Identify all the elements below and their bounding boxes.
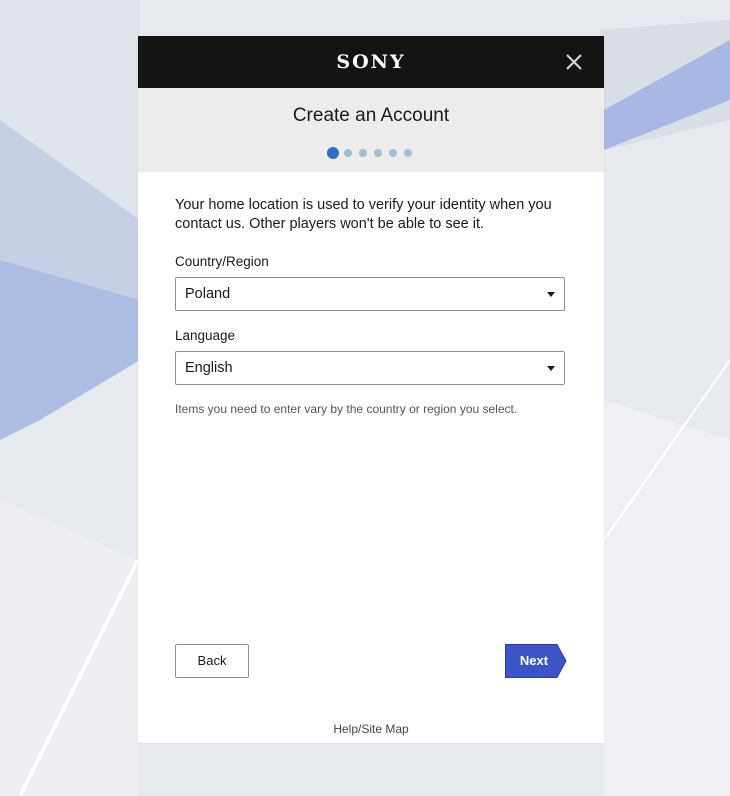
language-select[interactable]: English <box>175 351 565 385</box>
step-indicator <box>327 147 419 159</box>
close-icon <box>566 54 582 70</box>
step-dot-1 <box>327 147 339 159</box>
create-account-dialog: SONY Create an Account Your home locatio… <box>138 36 604 743</box>
next-button-label: Next <box>519 653 549 668</box>
country-select[interactable]: Poland <box>175 277 565 311</box>
step-dot-5 <box>389 149 397 157</box>
intro-text: Your home location is used to verify you… <box>175 197 552 232</box>
help-site-map-link[interactable]: Help/Site Map <box>138 722 604 736</box>
back-button[interactable]: Back <box>175 644 249 678</box>
language-value: English <box>185 360 233 376</box>
chevron-down-icon <box>547 366 555 371</box>
dialog-topbar: SONY <box>138 36 604 88</box>
step-dot-3 <box>359 149 367 157</box>
country-value: Poland <box>185 286 231 302</box>
dialog-header: Create an Account <box>138 88 604 172</box>
page-title: Create an Account <box>292 105 450 126</box>
step-dot-2 <box>344 149 352 157</box>
sony-logo: SONY <box>336 51 406 73</box>
country-label: Country/Region <box>175 254 269 269</box>
close-button[interactable] <box>562 50 586 74</box>
step-dot-4 <box>374 149 382 157</box>
language-label: Language <box>175 328 236 343</box>
next-button[interactable]: Next <box>505 644 567 678</box>
step-dot-6 <box>404 149 412 157</box>
region-note: Items you need to enter vary by the coun… <box>175 402 518 416</box>
chevron-down-icon <box>547 292 555 297</box>
